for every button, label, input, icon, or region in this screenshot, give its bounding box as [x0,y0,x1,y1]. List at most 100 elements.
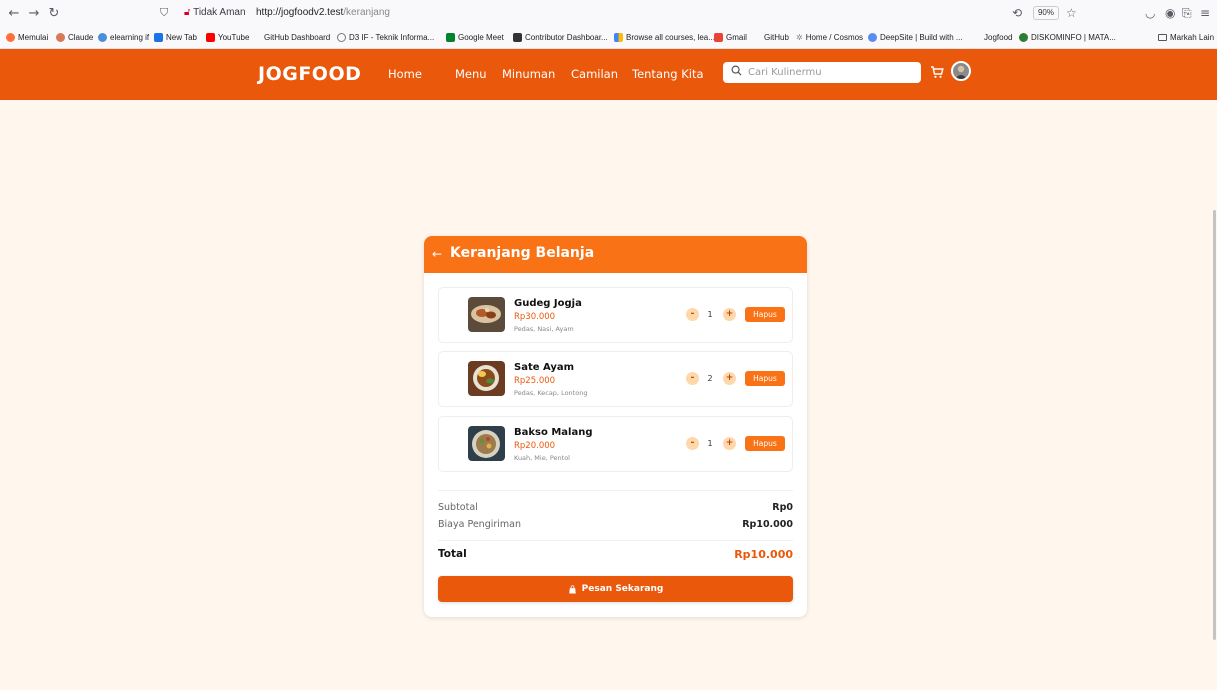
bookmark-item[interactable]: DeepSite | Build with ... [868,33,963,42]
pocket-icon[interactable]: ◡ [1145,6,1155,20]
decrease-qty-button[interactable]: - [686,437,699,450]
bookmark-item[interactable]: YouTube [206,33,249,42]
bookmark-label: Contributor Dashboar... [525,33,608,42]
subtotal-value: Rp0 [772,502,793,513]
bookmark-label: Claude [68,33,94,42]
decrease-qty-button[interactable]: - [686,372,699,385]
increase-qty-button[interactable]: + [723,308,736,321]
bookmark-item[interactable]: Contributor Dashboar... [513,33,608,42]
url-bar[interactable]: ⛉ 🔓︎ Tidak Aman http://jogfoodv2.test/ke… [160,3,1040,25]
bookmark-label: Jogfood [984,33,1013,42]
item-quantity: 1 [707,439,713,448]
back-arrow-icon[interactable]: ← [6,6,22,22]
cart-header: ← Keranjang Belanja [424,236,807,273]
bookmark-item[interactable]: Google Meet [446,33,504,42]
order-now-button[interactable]: Pesan Sekarang [438,576,793,602]
translate-icon[interactable]: ⟲ [1012,6,1022,20]
forward-arrow-icon[interactable]: → [26,6,42,22]
bookmark-item[interactable]: GitHub Dashboard [264,33,330,42]
back-arrow-icon[interactable]: ← [432,247,442,261]
item-image [468,297,505,332]
bookmark-label: DISKOMINFO | MATA... [1031,33,1116,42]
shipping-label: Biaya Pengiriman [438,519,522,530]
bookmark-label: Google Meet [458,33,504,42]
delete-item-button[interactable]: Hapus [745,371,785,386]
avatar[interactable] [951,61,971,81]
bookmark-item[interactable]: Jogfood [984,33,1012,42]
reload-icon[interactable]: ↻ [46,6,62,22]
delete-item-button[interactable]: Hapus [745,307,785,322]
item-description: Kuah, Mie, Pentol [514,454,570,462]
security-indicator[interactable]: 🔓︎ Tidak Aman [184,7,246,18]
nav-menu[interactable]: Menu [455,67,487,81]
user-avatar-icon [953,63,969,79]
shopping-bag-icon [568,584,576,594]
menu-icon[interactable]: ≡ [1200,6,1210,20]
increase-qty-button[interactable]: + [723,372,736,385]
bookmark-item[interactable]: Claude [56,33,93,42]
bookmarks-bar: Memulai Claude elearning if New Tab YouT… [0,30,1217,48]
order-button-label: Pesan Sekarang [581,584,664,594]
shield-icon[interactable]: ⛉ [160,6,168,20]
bookmark-item[interactable]: Browse all courses, lea... [614,33,715,42]
cart-card: ← Keranjang Belanja Gudeg Jogja Rp30.000… [424,236,807,617]
bookmark-item[interactable]: elearning if [98,33,149,42]
item-image [468,361,505,396]
item-price: Rp25.000 [514,376,556,386]
bookmark-label: New Tab [166,33,197,42]
google-meet-icon [446,33,455,42]
bookmark-item[interactable]: Memulai [6,33,48,42]
zoom-level[interactable]: 90% [1033,6,1059,20]
search-input[interactable] [748,62,918,83]
folder-icon [1158,34,1167,41]
decrease-qty-button[interactable]: - [686,308,699,321]
bookmark-label: Home / Cosmos [805,33,864,42]
bookmark-item[interactable]: D3 IF - Teknik Informa... [337,33,434,42]
insecure-lock-icon: 🔓︎ [184,7,191,18]
item-price: Rp30.000 [514,312,556,322]
cart-icon[interactable] [930,65,944,79]
nav-camilan[interactable]: Camilan [571,67,618,81]
other-bookmarks-label: Markah Lain [1170,33,1215,42]
claude-icon [56,33,65,42]
gmail-icon [714,33,723,42]
bakso-malang-image [468,426,505,461]
delete-item-button[interactable]: Hapus [745,436,785,451]
bookmark-item[interactable]: New Tab [154,33,197,42]
item-price: Rp20.000 [514,441,556,451]
nav-home[interactable]: Home [388,67,422,81]
deepsite-icon [868,33,877,42]
site-logo[interactable]: JOGFOOD [258,63,361,85]
nav-minuman[interactable]: Minuman [502,67,555,81]
other-bookmarks[interactable]: Markah Lain [1158,33,1214,42]
item-image [468,426,505,461]
bookmark-label: D3 IF - Teknik Informa... [349,33,435,42]
search-box[interactable] [723,62,921,83]
bookmark-item[interactable]: GitHub [764,33,789,42]
item-name: Gudeg Jogja [514,298,582,309]
bookmark-item[interactable]: ✲ Home / Cosmos [796,33,863,42]
security-label: Tidak Aman [193,7,246,18]
new-tab-icon [154,33,163,42]
cart-item: Sate Ayam Rp25.000 Pedas, Kecap, Lontong… [438,351,793,407]
bookmark-item[interactable]: Gmail [714,33,747,42]
divider [438,540,793,541]
total-value: Rp10.000 [734,548,793,561]
bookmark-label: GitHub [764,33,789,42]
contributor-icon [513,33,522,42]
account-icon[interactable]: ◉ [1165,6,1175,20]
extensions-icon[interactable]: ⎘ [1182,6,1192,21]
item-description: Pedas, Kecap, Lontong [514,389,588,397]
diskominfo-icon [1019,33,1028,42]
url-text[interactable]: http://jogfoodv2.test/keranjang [256,7,390,18]
divider [438,490,793,491]
nav-tentang-kita[interactable]: Tentang Kita [632,67,704,81]
item-quantity: 1 [707,310,713,319]
courses-icon [614,33,623,42]
bookmark-item[interactable]: DISKOMINFO | MATA... [1019,33,1116,42]
increase-qty-button[interactable]: + [723,437,736,450]
scrollbar[interactable] [1210,100,1217,690]
scroll-thumb[interactable] [1213,210,1216,640]
bookmark-label: Memulai [18,33,49,42]
star-bookmark-icon[interactable]: ☆ [1066,6,1077,20]
